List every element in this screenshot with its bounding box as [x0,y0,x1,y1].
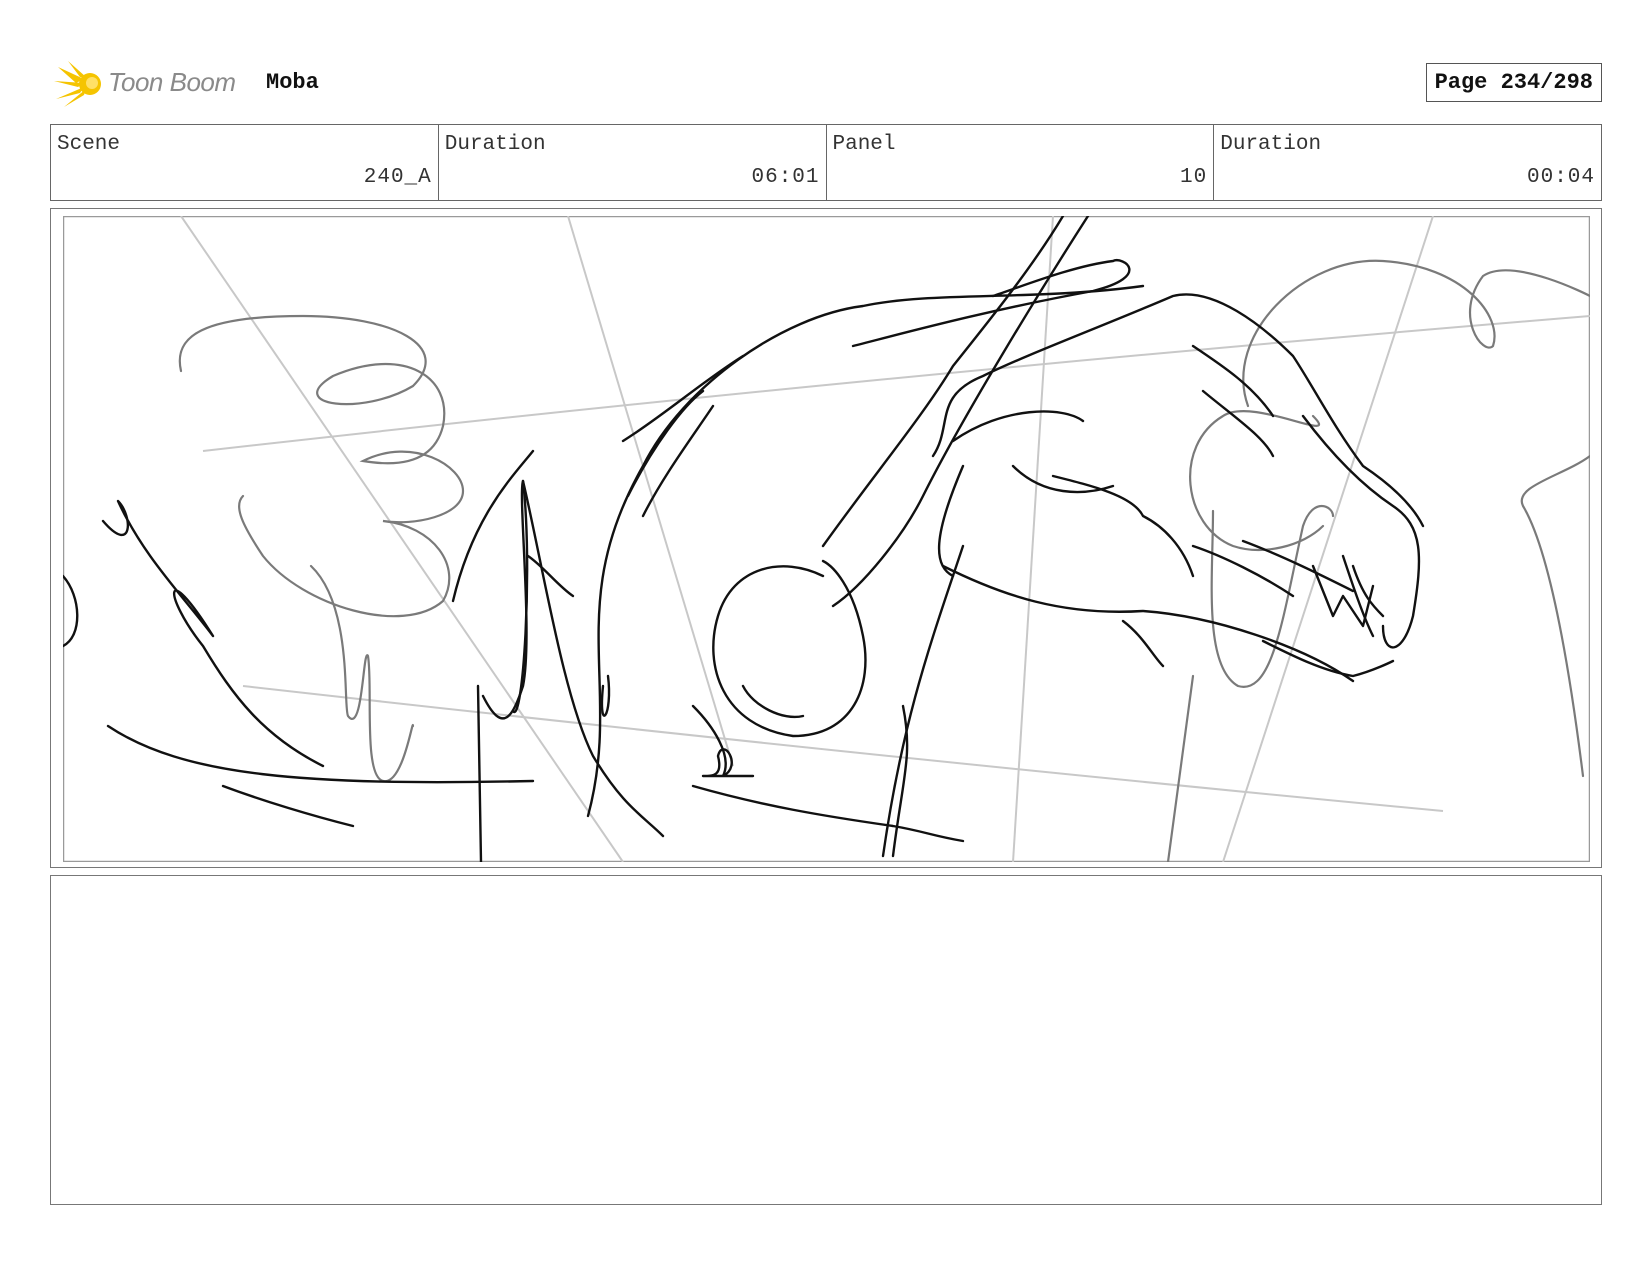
panel-drawing-area [63,216,1590,862]
scene-duration-value: 06:01 [751,166,820,189]
scene-cell: Scene 240_A [51,125,439,200]
panel-value: 10 [1180,166,1208,189]
panel-notes-box [50,875,1602,1205]
panel-label: Panel [832,133,896,156]
page-header: Toon Boom Moba Page 234/298 [50,55,1602,111]
panel-duration-cell: Duration 00:04 [1214,125,1601,200]
sketch-drawing [63,216,1590,862]
panel-cell: Panel 10 [827,125,1215,200]
scene-duration-label: Duration [444,133,546,156]
scene-info-table: Scene 240_A Duration 06:01 Panel 10 Dura… [50,124,1602,201]
page-counter: Page 234/298 [1425,63,1602,102]
panel-duration-value: 00:04 [1526,166,1595,189]
panel-duration-label: Duration [1220,133,1322,156]
project-name: Moba [266,70,319,95]
scene-value: 240_A [363,166,432,189]
storyboard-panel [50,208,1602,868]
scene-label: Scene [57,133,121,156]
perspective-guides [180,216,1590,862]
logo-text: Toon Boom [108,67,236,97]
background-sketch [178,259,1590,862]
scene-duration-cell: Duration 06:01 [439,125,827,200]
toon-boom-logo-icon [54,61,101,107]
